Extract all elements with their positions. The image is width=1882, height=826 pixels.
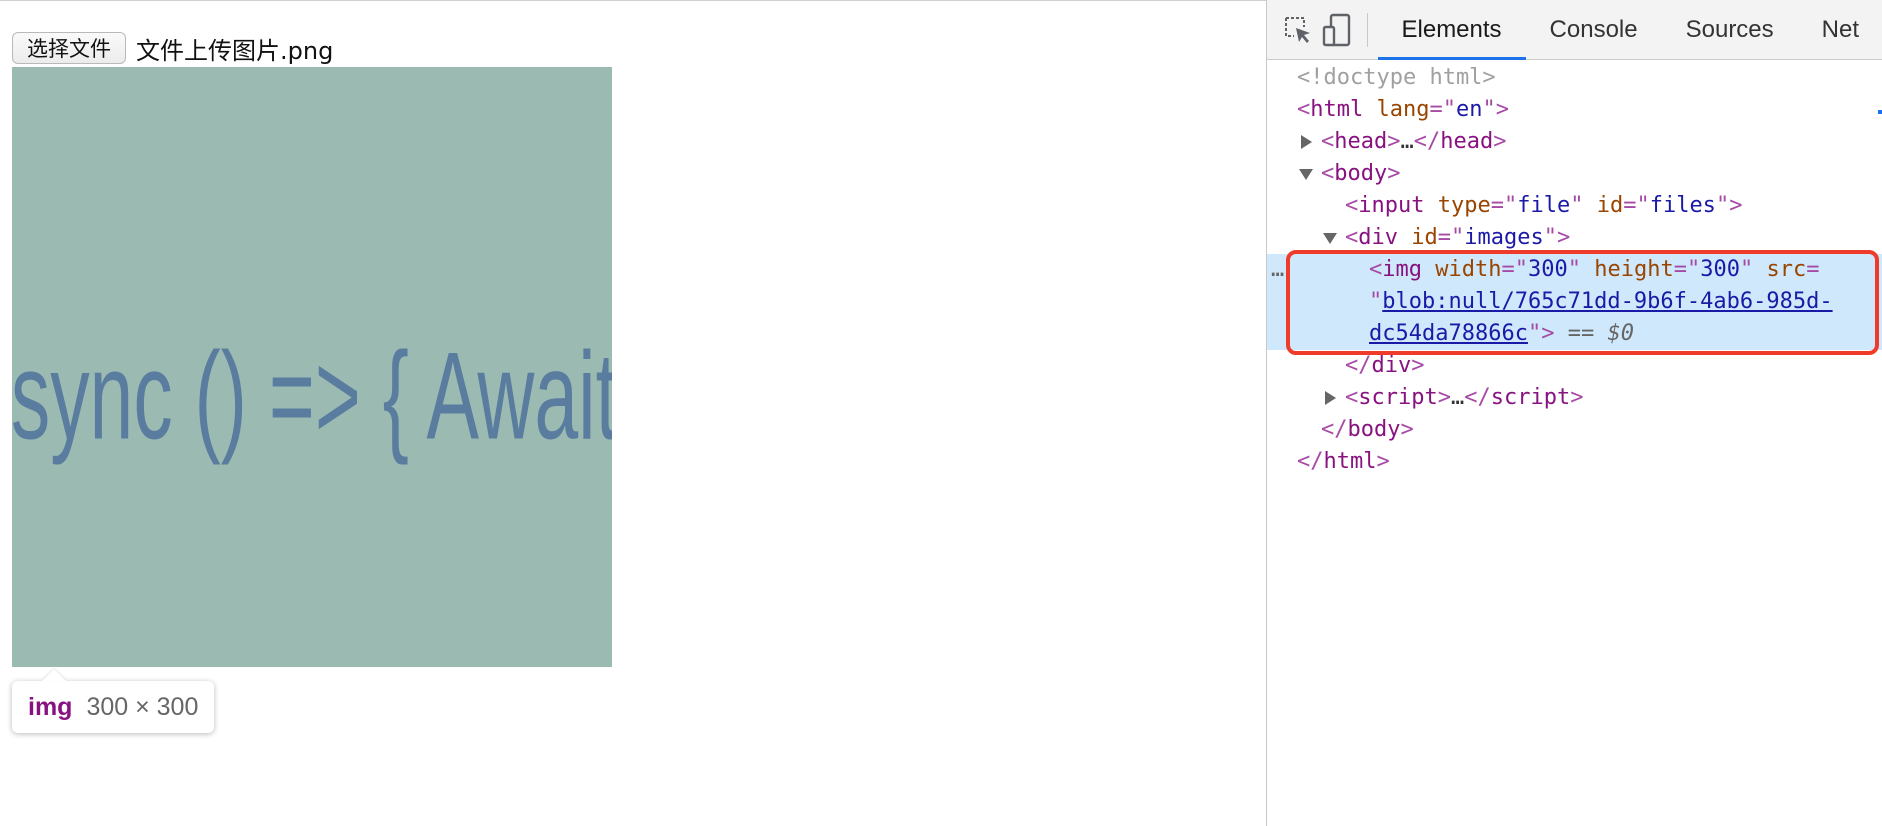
devtools-panel: Elements Console Sources Net <!doctype h… bbox=[1266, 0, 1882, 826]
dom-node-html-close[interactable]: </html> bbox=[1267, 446, 1882, 478]
dom-node-head[interactable]: <head>…</head> bbox=[1267, 126, 1882, 158]
node-actions-dots[interactable]: … bbox=[1271, 254, 1284, 286]
dom-node-div-images[interactable]: <div id="images"> bbox=[1267, 222, 1882, 254]
tooltip-dimensions: 300 × 300 bbox=[86, 692, 199, 721]
device-toolbar-icon[interactable] bbox=[1318, 0, 1357, 60]
inspect-element-icon[interactable] bbox=[1279, 0, 1318, 60]
dom-node-body[interactable]: <body> bbox=[1267, 158, 1882, 190]
devtools-toolbar: Elements Console Sources Net bbox=[1267, 0, 1882, 60]
tab-sources[interactable]: Sources bbox=[1662, 0, 1798, 60]
dom-node-input[interactable]: <input type="file" id="files"> bbox=[1267, 190, 1882, 222]
dom-node-img-src-end[interactable]: dc54da78866c"> == $0 bbox=[1267, 318, 1882, 350]
preview-image: Async () => { Await } bbox=[12, 327, 612, 466]
blob-url-link-cont[interactable]: dc54da78866c bbox=[1369, 321, 1528, 346]
page-viewport: 选择文件 文件上传图片.png Async () => { Await } im… bbox=[0, 0, 1266, 826]
dom-node-div-close[interactable]: </div> bbox=[1267, 350, 1882, 382]
collapse-triangle-icon[interactable] bbox=[1299, 169, 1313, 180]
element-size-tooltip: img 300 × 300 bbox=[12, 681, 215, 733]
choose-file-button[interactable]: 选择文件 bbox=[12, 32, 126, 64]
dom-node-img-selected[interactable]: … <img width="300" height="300" src= bbox=[1267, 254, 1882, 286]
uploaded-image-preview: Async () => { Await } bbox=[12, 67, 612, 667]
toolbar-separator bbox=[1366, 12, 1368, 47]
collapse-triangle-icon[interactable] bbox=[1323, 233, 1337, 244]
selected-file-name: 文件上传图片.png bbox=[136, 36, 334, 65]
preview-image-text: Async () => { Await } bbox=[12, 327, 612, 466]
dom-tree: <!doctype html> <html lang="en"> <head>…… bbox=[1267, 62, 1882, 478]
scrollbar-marker bbox=[1878, 110, 1882, 114]
dom-node-doctype[interactable]: <!doctype html> bbox=[1267, 62, 1882, 94]
expand-triangle-icon[interactable] bbox=[1301, 135, 1312, 149]
file-input-row: 选择文件 文件上传图片.png bbox=[12, 31, 333, 65]
dom-node-script[interactable]: <script>…</script> bbox=[1267, 382, 1882, 414]
tab-network[interactable]: Net bbox=[1798, 0, 1882, 60]
tab-console[interactable]: Console bbox=[1526, 0, 1662, 60]
blob-url-link[interactable]: blob:null/765c71dd-9b6f-4ab6-985d- bbox=[1382, 289, 1832, 314]
dom-node-body-close[interactable]: </body> bbox=[1267, 414, 1882, 446]
tooltip-tag-name: img bbox=[28, 692, 73, 721]
tab-elements[interactable]: Elements bbox=[1377, 0, 1526, 60]
dom-node-html[interactable]: <html lang="en"> bbox=[1267, 94, 1882, 126]
dom-node-img-src-line[interactable]: "blob:null/765c71dd-9b6f-4ab6-985d- bbox=[1267, 286, 1882, 318]
expand-triangle-icon[interactable] bbox=[1325, 391, 1336, 405]
